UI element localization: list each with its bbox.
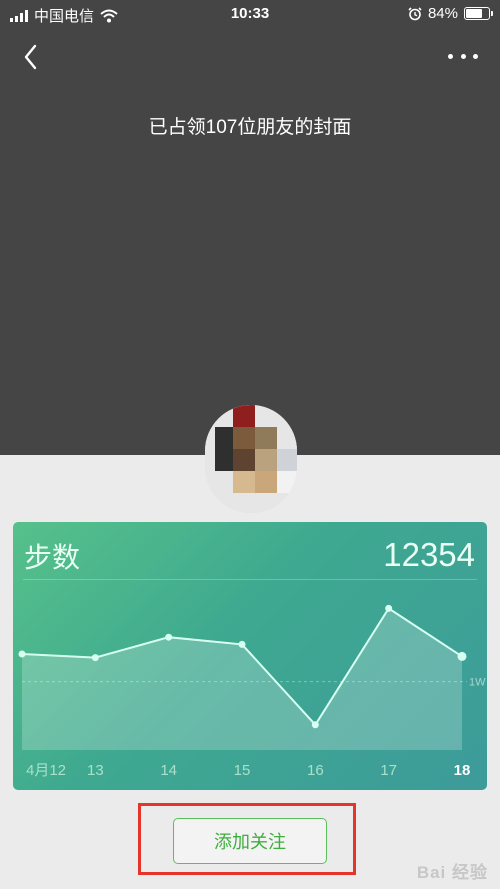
cover-background[interactable] — [0, 0, 500, 455]
more-dot — [460, 53, 466, 59]
more-dot — [448, 53, 453, 59]
chart-point — [91, 654, 99, 662]
x-tick-label: 14 — [160, 762, 177, 779]
chart-point — [165, 633, 173, 641]
x-tick-label: 13 — [87, 762, 104, 779]
x-tick-label: 16 — [307, 762, 324, 779]
battery-percent: 84% — [427, 5, 458, 22]
steps-chart: 1W 4月12 13 14 15 16 17 18 — [18, 604, 486, 779]
chart-area — [22, 608, 462, 750]
x-tick-label: 4月12 — [26, 762, 66, 779]
more-dot — [473, 53, 478, 59]
back-button[interactable] — [18, 40, 48, 74]
watermark: Bai 经验 — [416, 863, 488, 882]
steps-card[interactable]: 步数 12354 1W 4月12 13 14 15 16 17 18 — [13, 522, 487, 790]
status-bar: 中国电信 10:33 84% — [0, 0, 500, 30]
cover-title: 已占领107位朋友的封面 — [148, 117, 352, 138]
chart-point — [457, 651, 467, 661]
battery-icon — [464, 7, 493, 20]
chart-point — [385, 604, 393, 612]
follow-button[interactable]: 添加关注 — [173, 818, 327, 864]
alarm-icon — [408, 6, 422, 20]
reference-line-label: 1W — [469, 677, 486, 689]
x-tick-label: 15 — [234, 762, 251, 779]
avatar[interactable] — [205, 405, 297, 513]
chevron-left-icon — [24, 44, 37, 70]
chart-point — [238, 640, 246, 648]
battery-level — [466, 9, 482, 18]
chart-point — [18, 650, 26, 658]
x-tick-label: 18 — [454, 762, 471, 779]
more-button[interactable] — [448, 44, 478, 68]
chart-point — [311, 721, 319, 729]
x-tick-label: 17 — [380, 762, 397, 779]
status-right: 84% — [408, 5, 493, 22]
